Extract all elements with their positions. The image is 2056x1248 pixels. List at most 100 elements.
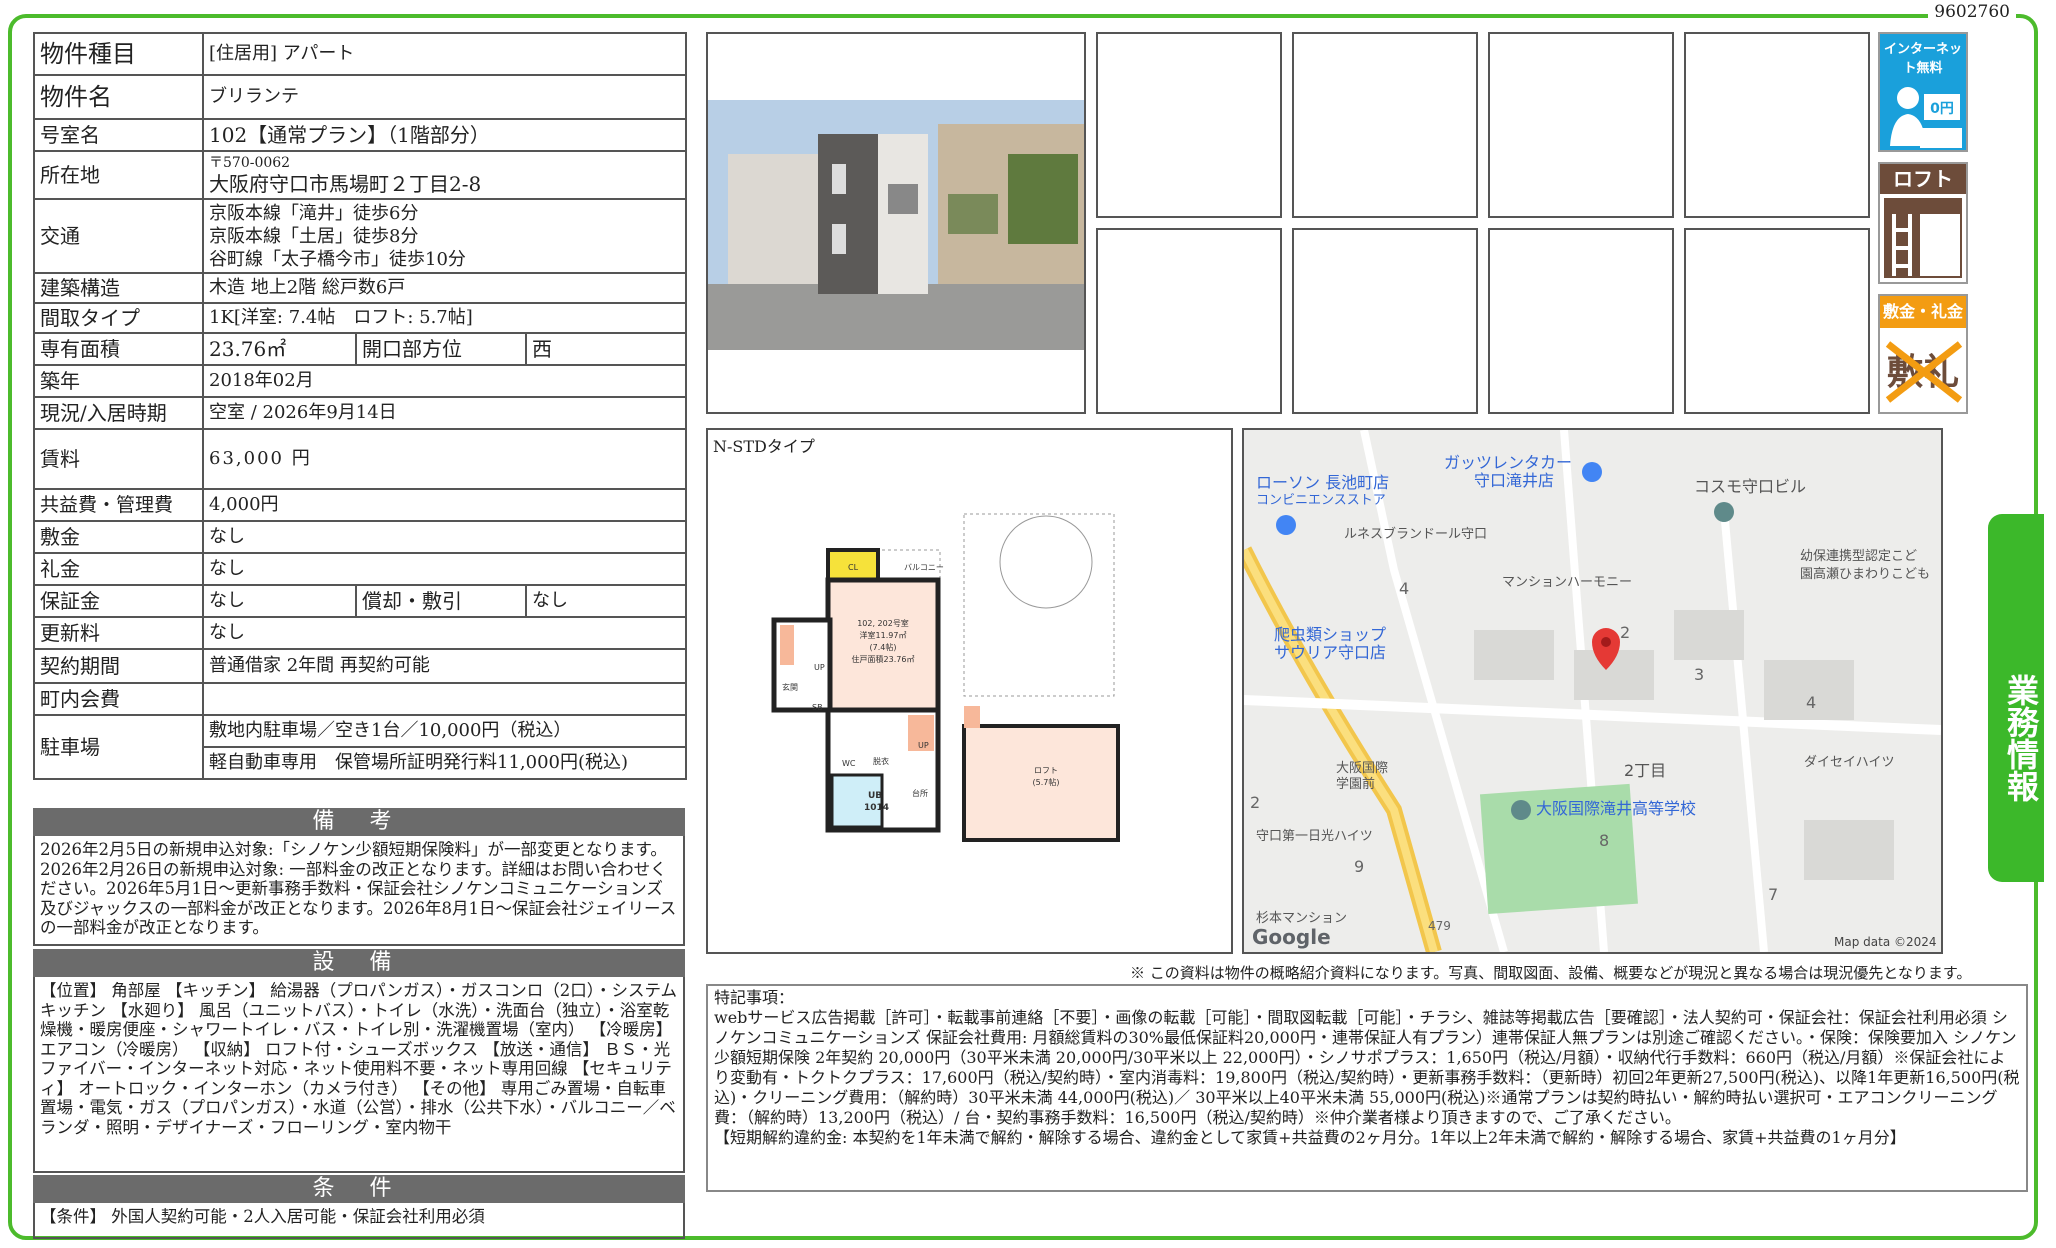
map-credit: Map data ©2024 [1834, 935, 1937, 949]
access-line: 谷町線「太子橋今市」徒歩10分 [209, 248, 466, 270]
map-label: 大阪国際 [1336, 761, 1388, 776]
loft-size-label: (5.7帖) [1033, 777, 1060, 787]
map-label: ルネスブランドール守口 [1344, 526, 1487, 542]
floor-plan-drawing: CL バルコニー 102, 202号室 洋室11.97㎡ (7.4帖) 住戸面積… [771, 513, 1120, 842]
photo-thumbnail[interactable] [1096, 32, 1282, 218]
wc-label: WC [842, 759, 856, 768]
penalty-text: 【短期解約違約金: 本契約を1年未満で解約・解除する場合、違約金として家賃+共益… [714, 1128, 1906, 1147]
zero-deposit-label: 敷金・礼金ゼロ [1880, 296, 1966, 353]
built-label: 築年 [33, 364, 204, 398]
type-value: [住居用] アパート [202, 32, 687, 76]
assoc-label: 町内会費 [33, 682, 204, 716]
layout-value: 1K[洋室: 7.4帖 ロフト: 5.7帖] [202, 302, 687, 334]
map-label: 2丁目 [1624, 761, 1666, 780]
remarks-heading: 備 考 [33, 808, 685, 836]
map-label: ローソン 長池町店 [1256, 473, 1389, 492]
structure-label: 建築構造 [33, 272, 204, 304]
keymoney-value: なし [202, 552, 687, 586]
zero-deposit-badge: 敷金・礼金ゼロ 敷礼 [1878, 294, 1968, 414]
rent-value: 63,000 円 [202, 428, 687, 490]
map-block-number: 3 [1694, 665, 1704, 684]
access-line: 京阪本線「土居」徒歩8分 [209, 225, 419, 247]
map-block-number: 4 [1399, 579, 1409, 598]
status-label: 現況/入居時期 [33, 396, 204, 430]
direction-value: 西 [525, 332, 687, 366]
special-notes-title: 特記事項： [714, 988, 795, 1007]
room-label: 号室名 [33, 118, 204, 152]
loft-badge-label: ロフト [1880, 164, 1966, 194]
property-table: 物件種目 [住居用] アパート 物件名 ブリランテ 号室名 102【通常プラン】… [33, 32, 687, 780]
access-line: 京阪本線「滝井」徒歩6分 [209, 202, 419, 224]
address-value: 大阪府守口市馬場町２丁目2-8 [209, 172, 482, 196]
photo-thumbnail[interactable] [1488, 228, 1674, 414]
direction-label: 開口部方位 [355, 332, 527, 366]
western-room-label: 洋室11.97㎡ [860, 630, 907, 640]
unit-bath-label: UB [868, 791, 882, 801]
map-block-number: 8 [1599, 831, 1609, 850]
location-map[interactable]: ローソン 長池町店 コンビニエンスストア ガッツレンタカー 守口滝井店 コスモ守… [1242, 428, 1943, 954]
photo-thumbnail[interactable] [1292, 228, 1478, 414]
map-label: 爬虫類ショップ [1274, 625, 1386, 644]
special-notes-text: webサービス広告掲載［許可］・転載事前連絡［不要］・画像の転載［可能］・間取図… [714, 1008, 2020, 1127]
building-photo[interactable] [706, 32, 1086, 414]
internet-price: 0円 [1930, 101, 1954, 117]
laptop-user-icon: 0円 [1890, 87, 1962, 148]
keymoney-label: 礼金 [33, 552, 204, 586]
photo-thumbnail[interactable] [1684, 32, 1870, 218]
renewal-value: なし [202, 616, 687, 650]
name-value: ブリランテ [202, 74, 687, 120]
disclaimer-note: ※ この資料は物件の概略紹介資料になります。写真、間取図面、設備、概要などが現況… [1130, 964, 1972, 982]
fee-label: 共益費・管理費 [33, 488, 204, 522]
map-block-number: 2 [1250, 793, 1260, 812]
map-label: 大阪国際滝井高等学校 [1536, 799, 1696, 818]
renewal-label: 更新料 [33, 616, 204, 650]
tatami-label: (7.4帖) [870, 642, 897, 652]
deposit-label: 敷金 [33, 520, 204, 554]
up-label: UP [814, 663, 825, 672]
parking-label: 駐車場 [33, 714, 204, 780]
map-label: コスモ守口ビル [1694, 477, 1806, 496]
crossed-deposit-icon: 敷礼 [1885, 341, 1963, 403]
photo-thumbnail[interactable] [1096, 228, 1282, 414]
entrance-label: 玄関 [782, 682, 798, 692]
room-number-label: 102, 202号室 [857, 618, 909, 628]
internet-free-label: インターネット無料 [1883, 42, 1962, 76]
unit-bath-size: 1014 [864, 803, 889, 813]
photo-thumbnail[interactable] [1292, 32, 1478, 218]
map-label: ダイセイハイツ [1804, 755, 1894, 770]
route-number: 479 [1428, 919, 1451, 933]
loft-label: ロフト [1034, 766, 1058, 775]
total-area-label: 住戸面積23.76㎡ [852, 654, 915, 664]
area-label: 専有面積 [33, 332, 204, 366]
kitchen-label: 台所 [912, 788, 928, 798]
name-label: 物件名 [33, 74, 204, 120]
map-canvas: ローソン 長池町店 コンビニエンスストア ガッツレンタカー 守口滝井店 コスモ守… [1244, 430, 1941, 952]
floor-plan[interactable]: N-STDタイプ CL バルコニー 102, 202号室 洋室11.97㎡ (7… [706, 428, 1233, 954]
map-block-number: 2 [1620, 623, 1630, 642]
map-block-number: 9 [1354, 857, 1364, 876]
guarantee-value: なし [202, 584, 357, 618]
conditions-heading: 条 件 [33, 1175, 685, 1203]
equipment-text: 【位置】 角部屋 【キッチン】 給湯器（プロパンガス）・ガスコンロ（2口）・シス… [33, 977, 685, 1173]
map-label: 園高瀬ひまわりこども [1800, 566, 1930, 582]
guarantee-label: 保証金 [33, 584, 204, 618]
map-label: 守口第一日光ハイツ [1256, 829, 1373, 844]
photo-thumbnail[interactable] [1488, 32, 1674, 218]
amort-label: 償却・敷引 [355, 584, 527, 618]
closet-label: CL [848, 563, 859, 572]
fee-value: 4,000円 [202, 488, 687, 522]
equipment-heading: 設 備 [33, 949, 685, 977]
map-label: コンビニエンスストア [1256, 493, 1386, 508]
structure-value: 木造 地上2階 総戸数6戸 [202, 272, 687, 304]
google-logo: Google [1252, 925, 1331, 949]
contract-label: 契約期間 [33, 648, 204, 684]
amort-value: なし [525, 584, 687, 618]
building-photo-image [708, 96, 1084, 350]
photo-thumbnail[interactable] [1684, 228, 1870, 414]
shoebox-label: SB [812, 703, 823, 712]
status-value: 空室 / 2026年9月14日 [202, 396, 687, 430]
area-value: 23.76㎡ [202, 332, 357, 366]
postal-code: 〒570-0062 [209, 155, 291, 171]
type-label: 物件種目 [33, 32, 204, 76]
business-info-tab[interactable]: 業務情報 [1988, 514, 2044, 882]
